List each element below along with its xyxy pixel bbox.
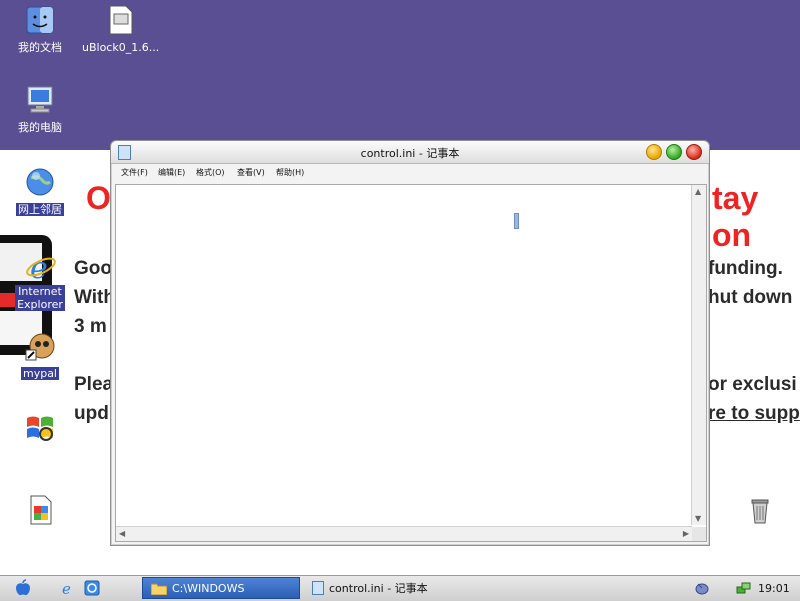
desktop-icon-label: kofi-banner.... [2,531,78,544]
desktop-icon-label: 我的文档 [18,41,62,54]
desktop-icon-mypal[interactable]: mypal [0,330,80,381]
scroll-up-icon[interactable]: ▲ [695,187,701,196]
maximize-button[interactable] [666,144,682,160]
horizontal-scrollbar[interactable]: ◀ ▶ [116,526,692,541]
text-editor[interactable]: ▲ ▼ ◀ ▶ [115,184,707,542]
taskbar: e C:\WINDOWS control.ini - 记事本 19:01 [0,575,800,601]
desktop-icon-label: mypal [20,367,59,380]
computer-icon [24,84,56,116]
banner-line-right: funding. [708,258,783,279]
internet-explorer-icon[interactable]: e [60,580,76,598]
text-cursor [514,213,519,229]
mypal-icon [24,330,56,362]
svg-text:e: e [62,580,71,596]
banner-line-left: With [74,287,115,308]
banner-link-right[interactable]: re to supp [708,403,800,425]
scroll-down-icon[interactable]: ▼ [695,514,701,523]
quick-launch-icon[interactable] [84,580,100,596]
scroll-left-icon[interactable]: ◀ [119,529,125,538]
desktop-icon-label: 回收站 [743,531,777,544]
clock: 19:01 [758,582,790,595]
taskbar-item-windows-folder[interactable]: C:\WINDOWS [142,577,300,599]
menu-format[interactable]: 格式(O) [196,167,225,178]
menu-view[interactable]: 查看(V) [237,167,265,178]
notepad-icon [312,581,324,595]
desktop-icon-label: Internet Explorer [15,285,65,311]
taskbar-item-label: C:\WINDOWS [172,581,245,595]
menu-help[interactable]: 帮助(H) [276,167,304,178]
taskbar-item-notepad[interactable]: control.ini - 记事本 [304,577,474,599]
menu-edit[interactable]: 编辑(E) [158,167,185,178]
desktop-icon-internet-explorer[interactable]: e Internet Explorer [0,250,80,312]
desktop-icon-label: 网上邻居 [16,203,64,216]
notepad-window[interactable]: control.ini - 记事本 文件(F) 编辑(E) 格式(O) 查看(V… [110,140,710,546]
title-bar[interactable]: control.ini - 记事本 [111,141,709,164]
tray-mouse-icon[interactable] [694,580,710,600]
file-icon [104,4,136,36]
vertical-scrollbar[interactable]: ▲ ▼ [691,185,706,525]
desktop-icon-label: 我的电脑 [18,121,62,134]
globe-icon [24,166,56,198]
menu-bar: 文件(F) 编辑(E) 格式(O) 查看(V) 帮助(H) [111,164,709,181]
scroll-right-icon[interactable]: ▶ [683,529,689,538]
menu-file[interactable]: 文件(F) [121,167,148,178]
tray-network-icon[interactable] [736,580,752,600]
windows-flag-icon [24,412,56,444]
desktop-icon-recycle-bin[interactable]: 回收站 [720,494,800,545]
taskbar-item-label: control.ini - 记事本 [329,582,428,595]
close-button[interactable] [686,144,702,160]
desktop-icon-label: procexp160... [2,449,78,462]
desktop-icon-procexp[interactable]: procexp160... [0,412,80,463]
desktop-icon-label: uBlock0_1.6... [82,41,160,54]
desktop-icon-network[interactable]: 网上邻居 [0,166,80,217]
banner-line-right: hut down [708,287,793,308]
image-file-icon [24,494,56,526]
resize-grip[interactable] [692,527,706,541]
window-title: control.ini - 记事本 [360,147,460,160]
desktop-icon-kofi-banner[interactable]: kofi-banner.... [0,494,80,545]
trash-icon [744,494,776,526]
desktop-icon-my-computer[interactable]: 我的电脑 [0,84,80,135]
desktop-icon-my-documents[interactable]: 我的文档 [0,4,80,55]
banner-headline-right: tay on [712,180,759,253]
svg-text:e: e [30,251,48,282]
folder-icon [151,583,167,595]
desktop-icon-ublock[interactable]: uBlock0_1.6... [80,4,160,55]
minimize-button[interactable] [646,144,662,160]
banner-line-right: or exclusi [708,374,797,395]
banner-headline-left: O [86,180,111,216]
finder-icon [24,4,56,36]
apple-start-icon[interactable] [14,579,32,597]
internet-explorer-icon: e [24,250,56,286]
